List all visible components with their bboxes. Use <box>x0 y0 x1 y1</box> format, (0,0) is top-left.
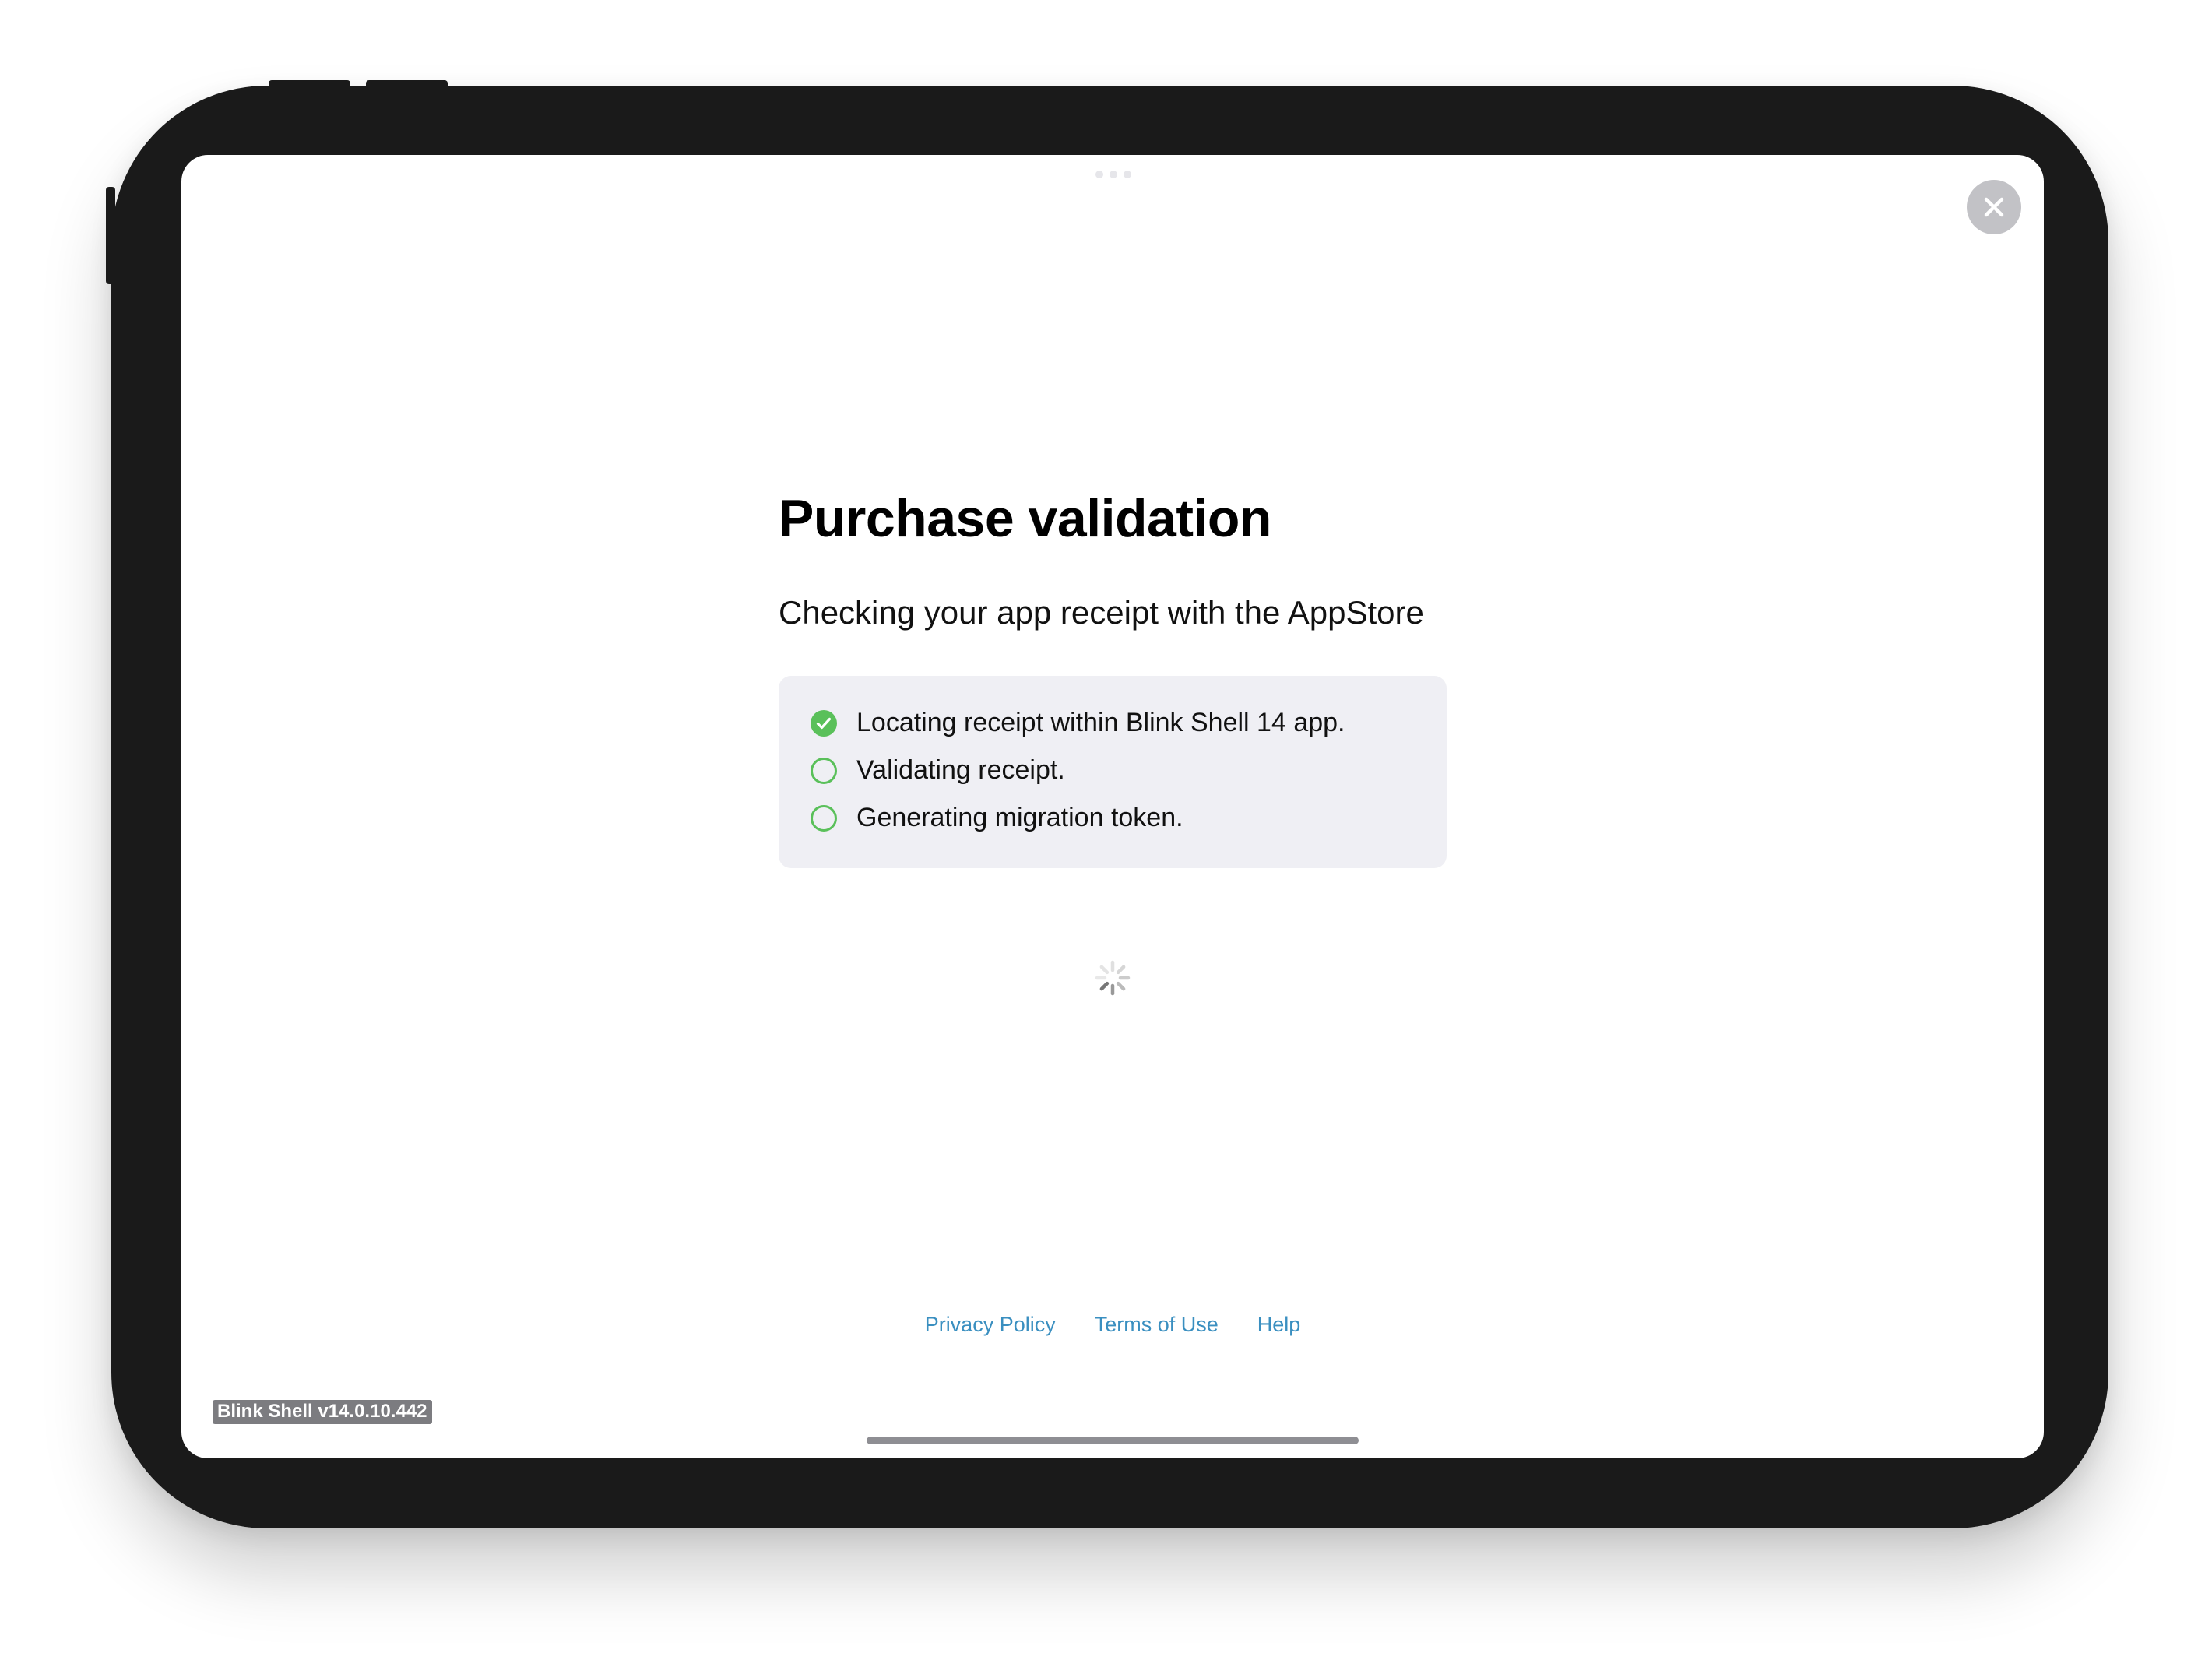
empty-circle-icon <box>811 757 837 784</box>
footer-links: Privacy Policy Terms of Use Help <box>181 1313 2044 1337</box>
page-subtitle: Checking your app receipt with the AppSt… <box>779 593 1424 631</box>
empty-circle-icon <box>811 804 837 832</box>
validation-content: Purchase validation Checking your app re… <box>779 489 1456 869</box>
version-badge: Blink Shell v14.0.10.442 <box>213 1400 432 1424</box>
step-item-locating: Locating receipt within Blink Shell 14 a… <box>810 699 1415 747</box>
steps-list: Locating receipt within Blink Shell 14 a… <box>779 676 1447 869</box>
page-title: Purchase validation <box>779 489 1271 548</box>
grabber-dot <box>1110 171 1117 178</box>
step-label: Locating receipt within Blink Shell 14 a… <box>856 708 1345 738</box>
sheet-grabber[interactable] <box>1095 171 1132 178</box>
terms-of-use-link[interactable]: Terms of Use <box>1095 1313 1219 1337</box>
close-icon <box>1984 197 2004 217</box>
step-label: Generating migration token. <box>856 803 1183 833</box>
step-label: Validating receipt. <box>856 755 1065 786</box>
home-indicator[interactable] <box>867 1437 1359 1444</box>
help-link[interactable]: Help <box>1257 1313 1301 1337</box>
screen: Purchase validation Checking your app re… <box>181 155 2044 1458</box>
privacy-policy-link[interactable]: Privacy Policy <box>925 1313 1056 1337</box>
grabber-dot <box>1095 171 1103 178</box>
stage: Purchase validation Checking your app re… <box>0 0 2212 1667</box>
step-item-validating: Validating receipt. <box>810 747 1415 794</box>
activity-spinner-icon <box>1095 960 1131 996</box>
step-item-generating: Generating migration token. <box>810 794 1415 842</box>
checkmark-circle-icon <box>811 709 837 737</box>
grabber-dot <box>1124 171 1131 178</box>
close-button[interactable] <box>1967 180 2021 234</box>
